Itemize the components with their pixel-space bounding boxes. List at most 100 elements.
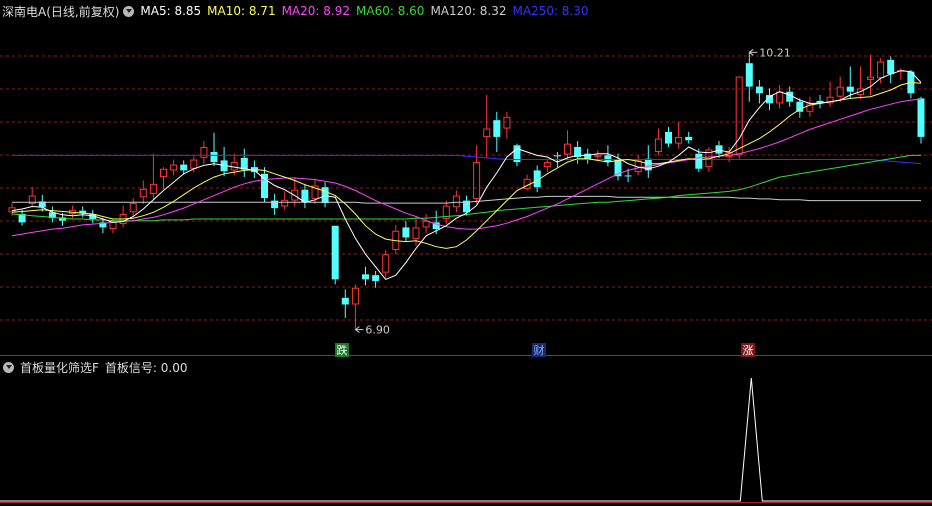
candle-body bbox=[271, 200, 279, 209]
candle-body bbox=[887, 59, 895, 75]
candle-body bbox=[483, 128, 491, 137]
candle-body bbox=[715, 145, 723, 154]
candle-body bbox=[846, 86, 854, 92]
candle-body bbox=[412, 227, 420, 240]
candle bbox=[755, 79, 763, 104]
candle bbox=[685, 131, 693, 144]
candle bbox=[271, 193, 279, 215]
candle bbox=[351, 284, 359, 330]
candle-body bbox=[685, 136, 693, 141]
candle bbox=[402, 220, 410, 242]
candle-body bbox=[493, 120, 501, 137]
candle bbox=[261, 167, 268, 203]
stock-chart-window: 深南电A(日线,前复权) MA5: 8.85 MA10: 8.71 MA20: … bbox=[0, 0, 932, 506]
signal-line bbox=[0, 377, 932, 502]
candle-body bbox=[473, 162, 481, 199]
candle bbox=[422, 214, 430, 234]
candle bbox=[301, 183, 309, 209]
signal-panel bbox=[0, 377, 932, 502]
event-marker: 跌 bbox=[335, 343, 349, 357]
candle-body bbox=[594, 155, 602, 157]
ma250-line bbox=[12, 154, 922, 165]
candle-body bbox=[382, 254, 390, 273]
candle-body bbox=[261, 173, 268, 199]
candle bbox=[543, 158, 551, 173]
candle bbox=[220, 146, 228, 177]
candle bbox=[574, 141, 582, 164]
candle bbox=[372, 270, 380, 288]
candle-body bbox=[755, 86, 763, 94]
candle bbox=[79, 206, 87, 218]
candle bbox=[382, 250, 390, 278]
candle bbox=[493, 111, 501, 152]
candle-body bbox=[665, 131, 672, 144]
candle-body bbox=[553, 155, 561, 157]
candle bbox=[846, 66, 854, 99]
candle-body bbox=[422, 220, 430, 228]
candle-body bbox=[776, 91, 784, 104]
candle-body bbox=[584, 153, 592, 159]
candle-body bbox=[745, 63, 753, 87]
candle-body bbox=[149, 183, 157, 194]
candle-body bbox=[402, 227, 410, 238]
candle bbox=[240, 148, 248, 178]
candle bbox=[644, 145, 652, 178]
candle-body bbox=[604, 155, 612, 163]
candle bbox=[503, 111, 511, 139]
candle bbox=[745, 52, 753, 102]
candle bbox=[48, 206, 56, 223]
candle-body bbox=[351, 287, 359, 305]
candle-body bbox=[240, 157, 248, 170]
candle-body bbox=[917, 98, 925, 137]
candle-body bbox=[543, 162, 551, 168]
candle-body bbox=[362, 274, 369, 280]
candle-body bbox=[503, 116, 511, 129]
candle bbox=[776, 84, 784, 109]
candle-body bbox=[170, 164, 178, 171]
candle bbox=[210, 132, 218, 167]
candle-body bbox=[452, 195, 460, 208]
candle bbox=[675, 121, 683, 149]
candle bbox=[665, 126, 672, 147]
price-chart[interactable]: 10.21 6.90 跌 财 涨 bbox=[0, 0, 932, 506]
candle bbox=[200, 141, 208, 164]
event-marker-text: 财 bbox=[534, 343, 545, 357]
candle bbox=[331, 225, 339, 285]
candle-body bbox=[624, 175, 632, 177]
candle-body bbox=[675, 136, 683, 144]
candle bbox=[28, 187, 36, 208]
candle bbox=[917, 96, 925, 144]
event-marker-text: 跌 bbox=[337, 343, 348, 357]
candle bbox=[281, 191, 289, 210]
ma10-line bbox=[11, 81, 922, 249]
candle bbox=[634, 155, 642, 176]
event-marker-text: 涨 bbox=[743, 344, 754, 357]
candle bbox=[604, 145, 612, 167]
candle-body bbox=[654, 138, 662, 152]
event-markers: 跌财涨 bbox=[335, 343, 755, 357]
candle bbox=[149, 153, 157, 199]
candle-body bbox=[867, 76, 874, 80]
candle bbox=[816, 95, 824, 109]
candle bbox=[129, 198, 137, 217]
candle-body bbox=[564, 143, 571, 155]
candle bbox=[139, 180, 147, 204]
candle bbox=[321, 182, 329, 208]
candle bbox=[160, 167, 167, 189]
candle-body bbox=[372, 275, 380, 282]
candle bbox=[452, 190, 460, 213]
candle bbox=[826, 81, 834, 107]
candle-body bbox=[190, 159, 198, 169]
candle bbox=[513, 143, 521, 167]
candle bbox=[341, 289, 349, 318]
candle bbox=[887, 56, 895, 84]
candle bbox=[170, 159, 178, 176]
candle bbox=[119, 205, 127, 228]
ma-lines bbox=[11, 70, 922, 281]
low-price-label: 6.90 bbox=[365, 324, 390, 337]
candle-body bbox=[281, 199, 289, 207]
candle bbox=[483, 95, 491, 158]
candle-body bbox=[129, 203, 137, 213]
candle-body bbox=[180, 164, 188, 171]
candle-body bbox=[341, 297, 349, 305]
